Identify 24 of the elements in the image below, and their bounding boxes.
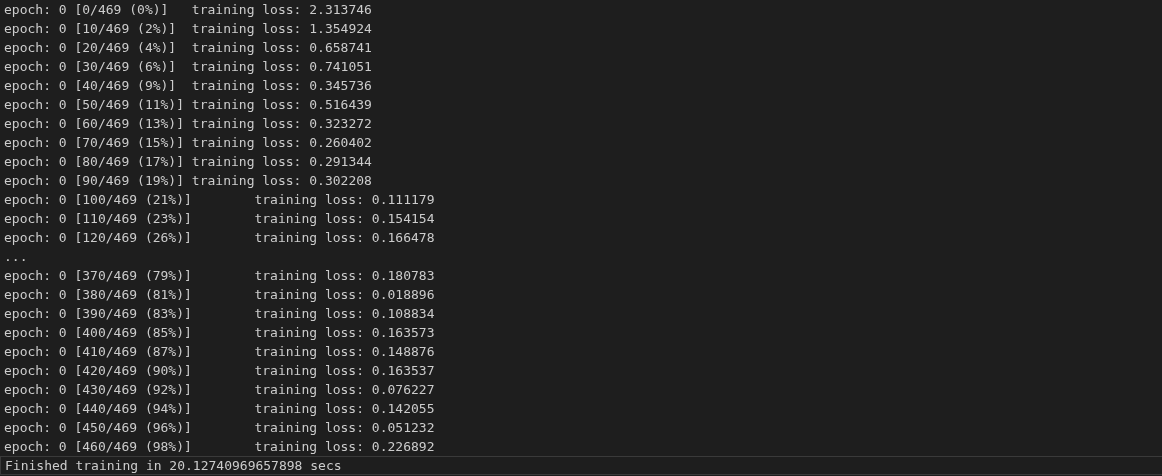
terminal-line: epoch: 0 [420/469 (90%)] training loss: 0.163537 (4, 362, 435, 380)
terminal-line: epoch: 0 [460/469 (98%)] training loss: 0.226892 (4, 438, 435, 456)
terminal-line: epoch: 0 [50/469 (11%)] training loss: 0.516439 (4, 96, 372, 114)
terminal-line: epoch: 0 [430/469 (92%)] training loss: 0.076227 (4, 381, 435, 399)
terminal-line: epoch: 0 [110/469 (23%)] training loss: 0.154154 (4, 210, 435, 228)
terminal-line: epoch: 0 [390/469 (83%)] training loss: 0.108834 (4, 305, 435, 323)
terminal-line: epoch: 0 [10/469 (2%)] training loss: 1.354924 (4, 20, 372, 38)
terminal-line: epoch: 0 [410/469 (87%)] training loss: 0.148876 (4, 343, 435, 361)
terminal-line: epoch: 0 [20/469 (4%)] training loss: 0.658741 (4, 39, 372, 57)
terminal-line: epoch: 0 [370/469 (79%)] training loss: 0.180783 (4, 267, 435, 285)
terminal-line: epoch: 0 [0/469 (0%)] training loss: 2.313746 (4, 1, 372, 19)
terminal-line: epoch: 0 [120/469 (26%)] training loss: 0.166478 (4, 229, 435, 247)
terminal-line: epoch: 0 [440/469 (94%)] training loss: 0.142055 (4, 400, 435, 418)
terminal-line: epoch: 0 [70/469 (15%)] training loss: 0.260402 (4, 134, 372, 152)
terminal-line: epoch: 0 [380/469 (81%)] training loss: 0.018896 (4, 286, 435, 304)
terminal-line: epoch: 0 [60/469 (13%)] training loss: 0.323272 (4, 115, 372, 133)
terminal-line: epoch: 0 [90/469 (19%)] training loss: 0.302208 (4, 172, 372, 190)
terminal-line: epoch: 0 [450/469 (96%)] training loss: 0.051232 (4, 419, 435, 437)
terminal-line: ... (4, 248, 28, 266)
terminal-line: epoch: 0 [30/469 (6%)] training loss: 0.741051 (4, 58, 372, 76)
terminal-line: epoch: 0 [80/469 (17%)] training loss: 0.291344 (4, 153, 372, 171)
terminal-line: epoch: 0 [400/469 (85%)] training loss: 0.163573 (4, 324, 435, 342)
terminal-line: epoch: 0 [100/469 (21%)] training loss: 0.111179 (4, 191, 435, 209)
terminal-line: epoch: 0 [40/469 (9%)] training loss: 0.345736 (4, 77, 372, 95)
